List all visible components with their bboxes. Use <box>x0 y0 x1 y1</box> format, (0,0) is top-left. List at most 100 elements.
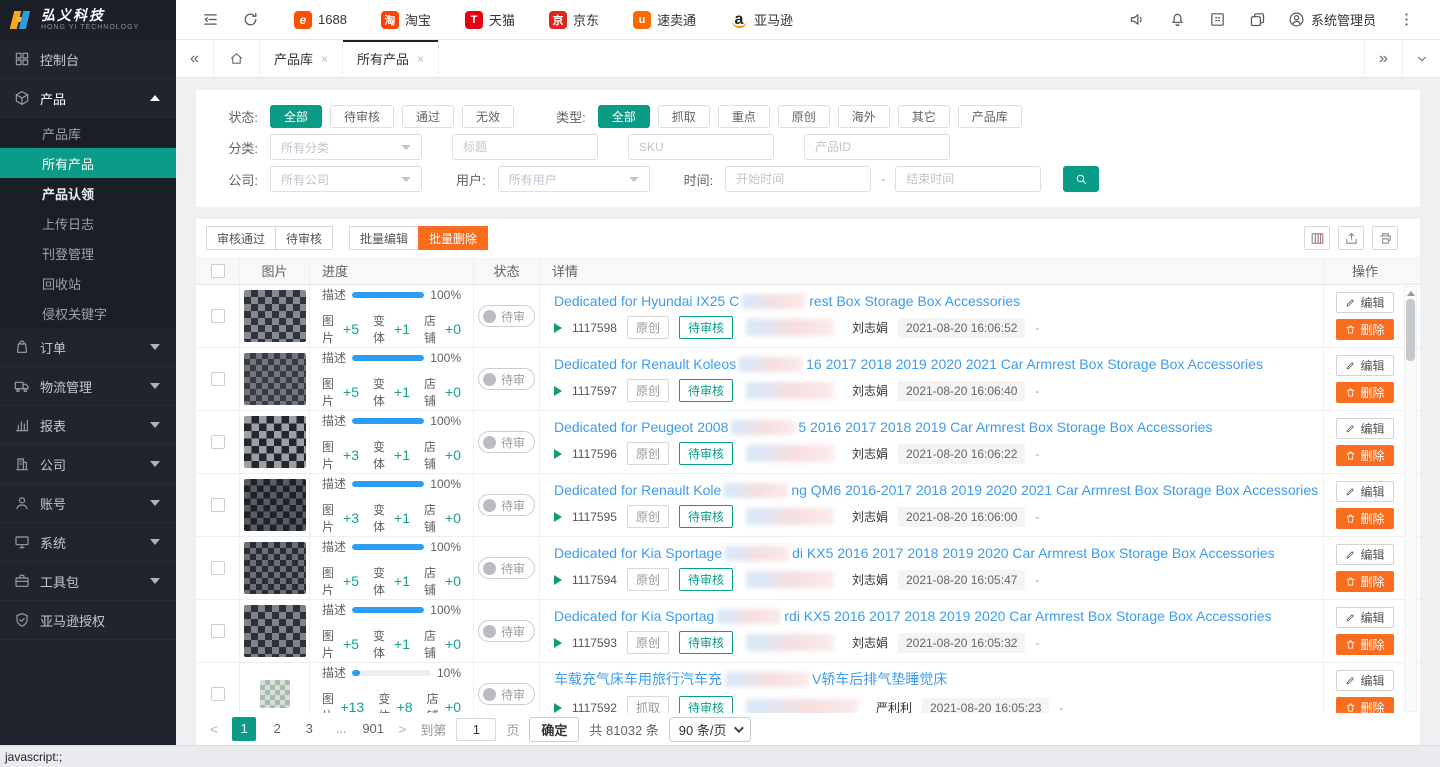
sku-input[interactable] <box>628 134 774 160</box>
print-button[interactable] <box>1372 226 1398 250</box>
product-title-link[interactable]: Dedicated for Hyundai IX25 Crest Box Sto… <box>554 293 1020 309</box>
search-button[interactable] <box>1063 166 1099 192</box>
delete-button[interactable]: 删除 <box>1336 445 1394 466</box>
goto-confirm-button[interactable]: 确定 <box>529 717 579 742</box>
marketplace-tmall[interactable]: T天猫 <box>465 10 515 29</box>
scroll-up-icon[interactable] <box>1407 291 1415 296</box>
product-thumbnail[interactable] <box>244 416 306 468</box>
delete-button[interactable]: 删除 <box>1336 571 1394 592</box>
row-checkbox[interactable] <box>211 687 225 701</box>
goto-page-input[interactable] <box>456 718 496 741</box>
play-icon[interactable] <box>554 575 562 585</box>
type-filter-option-2[interactable]: 重点 <box>718 105 770 128</box>
sidebar-item-3[interactable]: 物流管理 <box>0 367 176 406</box>
play-icon[interactable] <box>554 386 562 396</box>
product-title-link[interactable]: Dedicated for Kia Sportagedi KX5 2016 20… <box>554 545 1275 561</box>
sidebar-subitem-6[interactable]: 侵权关键字 <box>0 298 176 328</box>
column-settings-button[interactable] <box>1304 226 1330 250</box>
end-time-input[interactable] <box>895 166 1041 192</box>
page-size-select[interactable]: 90 条/页 <box>669 717 752 742</box>
sidebar-item-6[interactable]: 账号 <box>0 484 176 523</box>
status-filter-option-0[interactable]: 全部 <box>270 105 322 128</box>
status-filter-option-2[interactable]: 通过 <box>402 105 454 128</box>
play-icon[interactable] <box>554 638 562 648</box>
marketplace-taobao[interactable]: 淘淘宝 <box>381 10 431 29</box>
refresh-button[interactable] <box>230 0 270 40</box>
sidebar-item-7[interactable]: 系统 <box>0 523 176 562</box>
sidebar-item-4[interactable]: 报表 <box>0 406 176 445</box>
row-checkbox[interactable] <box>211 561 225 575</box>
type-filter-option-4[interactable]: 海外 <box>838 105 890 128</box>
batch-delete-button[interactable]: 批量删除 <box>418 226 488 250</box>
select-all-checkbox[interactable] <box>211 264 225 278</box>
delete-button[interactable]: 删除 <box>1336 382 1394 403</box>
tabs-scroll-right-button[interactable]: » <box>1364 40 1402 77</box>
more-menu-button[interactable] <box>1386 0 1426 40</box>
scrollbar-thumb[interactable] <box>1406 299 1415 361</box>
sidebar-subitem-1[interactable]: 所有产品 <box>0 148 176 178</box>
sidebar-item-2[interactable]: 订单 <box>0 328 176 367</box>
play-icon[interactable] <box>554 449 562 459</box>
product-title-link[interactable]: Dedicated for Renault Koleos16 2017 2018… <box>554 356 1263 372</box>
pagination-page-2[interactable]: 2 <box>266 717 288 741</box>
play-icon[interactable] <box>554 703 562 713</box>
pending-review-button[interactable]: 待审核 <box>275 226 333 250</box>
sidebar-item-9[interactable]: 亚马逊授权 <box>0 601 176 640</box>
announcement-button[interactable] <box>1118 0 1158 40</box>
marketplace-m1688[interactable]: e1688 <box>294 11 347 29</box>
product-title-link[interactable]: 车载充气床车用旅行汽车充V轿车后排气垫睡觉床 <box>554 669 947 689</box>
marketplace-amazon[interactable]: a亚马逊 <box>730 10 793 29</box>
category-select[interactable]: 所有分类 <box>270 134 422 160</box>
product-thumbnail[interactable] <box>244 479 306 531</box>
start-time-input[interactable] <box>725 166 871 192</box>
sidebar-item-0[interactable]: 控制台 <box>0 40 176 79</box>
edit-button[interactable]: 编辑 <box>1336 292 1394 313</box>
status-filter-option-3[interactable]: 无效 <box>462 105 514 128</box>
sidebar-item-8[interactable]: 工具包 <box>0 562 176 601</box>
sidebar-subitem-0[interactable]: 产品库 <box>0 118 176 148</box>
row-checkbox[interactable] <box>211 624 225 638</box>
edit-button[interactable]: 编辑 <box>1336 418 1394 439</box>
product-title-link[interactable]: Dedicated for Renault Koleng QM6 2016-20… <box>554 482 1318 498</box>
product-thumbnail[interactable] <box>244 290 306 342</box>
type-filter-option-0[interactable]: 全部 <box>598 105 650 128</box>
approve-button[interactable]: 审核通过 <box>206 226 276 250</box>
delete-button[interactable]: 删除 <box>1336 697 1394 713</box>
sidebar-collapse-button[interactable] <box>190 0 230 40</box>
product-id-input[interactable] <box>804 134 950 160</box>
play-icon[interactable] <box>554 512 562 522</box>
product-thumbnail[interactable] <box>244 605 306 657</box>
pagination-page-901[interactable]: 901 <box>362 717 384 741</box>
home-tab[interactable] <box>214 40 260 77</box>
apps-button[interactable] <box>1198 0 1238 40</box>
status-filter-option-1[interactable]: 待审核 <box>330 105 394 128</box>
tabs-menu-button[interactable] <box>1402 40 1440 77</box>
marketplace-jd[interactable]: 京京东 <box>549 10 599 29</box>
marketplace-aliexpress[interactable]: u速卖通 <box>633 10 696 29</box>
batch-edit-button[interactable]: 批量编辑 <box>349 226 419 250</box>
sidebar-subitem-4[interactable]: 刊登管理 <box>0 238 176 268</box>
play-icon[interactable] <box>554 323 562 333</box>
theme-button[interactable] <box>1238 0 1278 40</box>
tabs-scroll-left-button[interactable]: « <box>176 40 214 77</box>
pagination-page-3[interactable]: 3 <box>298 717 320 741</box>
tab-0[interactable]: 产品库× <box>260 40 343 77</box>
company-select[interactable]: 所有公司 <box>270 166 422 192</box>
edit-button[interactable]: 编辑 <box>1336 670 1394 691</box>
delete-button[interactable]: 删除 <box>1336 319 1394 340</box>
row-checkbox[interactable] <box>211 498 225 512</box>
edit-button[interactable]: 编辑 <box>1336 607 1394 628</box>
sidebar-subitem-2[interactable]: 产品认领 <box>0 178 176 208</box>
export-button[interactable] <box>1338 226 1364 250</box>
product-thumbnail[interactable] <box>260 680 290 708</box>
product-title-link[interactable]: Dedicated for Peugeot 20085 2016 2017 20… <box>554 419 1212 435</box>
tab-1[interactable]: 所有产品× <box>343 40 439 77</box>
title-input[interactable] <box>452 134 598 160</box>
delete-button[interactable]: 删除 <box>1336 634 1394 655</box>
tab-close-icon[interactable]: × <box>321 52 328 66</box>
product-title-link[interactable]: Dedicated for Kia Sportagrdi KX5 2016 20… <box>554 608 1272 624</box>
sidebar-subitem-5[interactable]: 回收站 <box>0 268 176 298</box>
sidebar-item-5[interactable]: 公司 <box>0 445 176 484</box>
row-checkbox[interactable] <box>211 309 225 323</box>
type-filter-option-5[interactable]: 其它 <box>898 105 950 128</box>
